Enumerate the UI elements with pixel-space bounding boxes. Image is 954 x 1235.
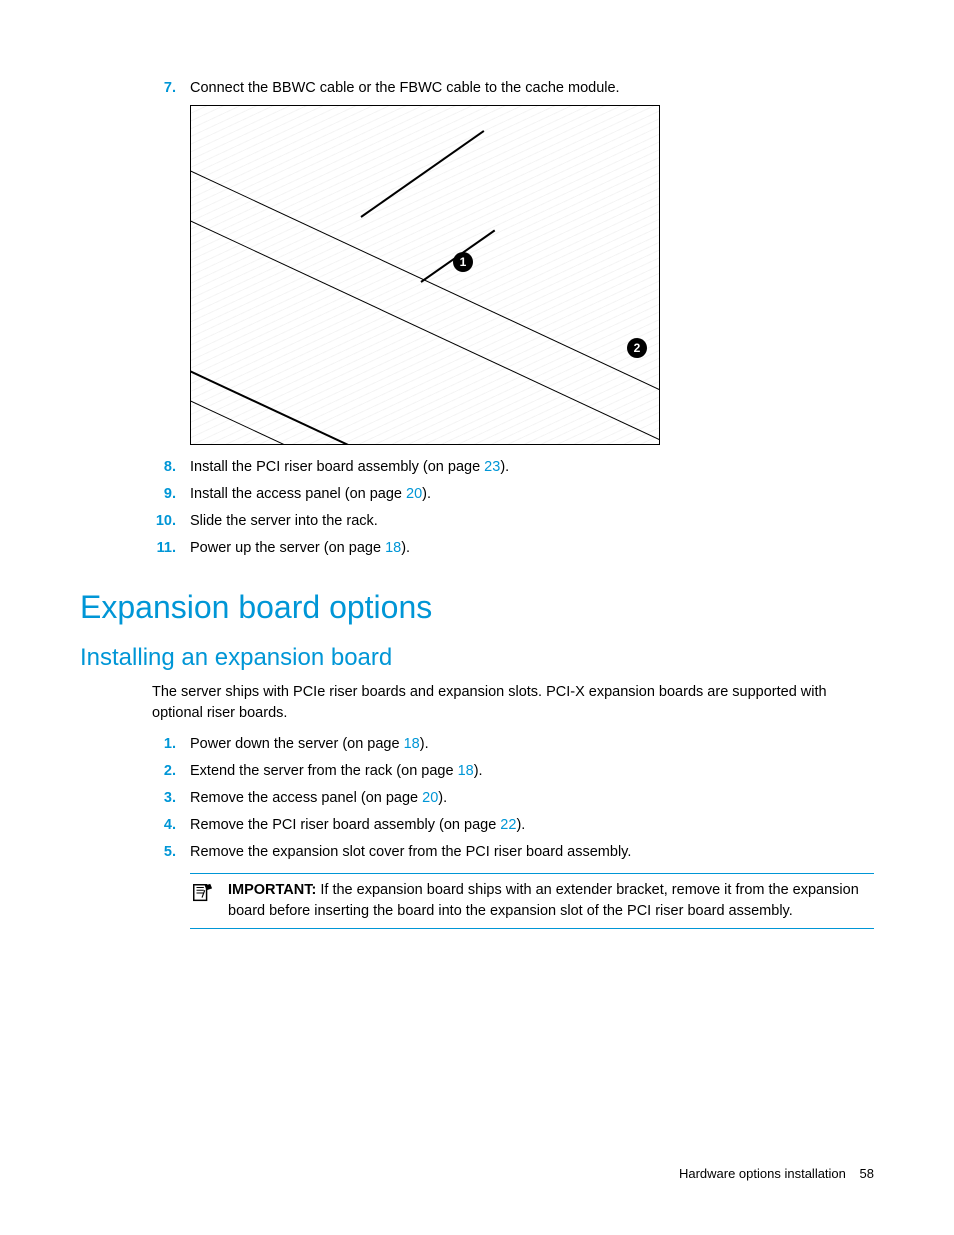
step-number: 5. — [152, 842, 176, 863]
step-text: Install the PCI riser board assembly (on… — [190, 459, 509, 475]
step-text: Remove the expansion slot cover from the… — [190, 844, 631, 860]
step-text: Power up the server (on page 18). — [190, 540, 410, 556]
step-text: Connect the BBWC cable or the FBWC cable… — [190, 80, 620, 96]
step-number: 1. — [152, 734, 176, 755]
step-text: Remove the PCI riser board assembly (on … — [190, 817, 525, 833]
page-link[interactable]: 22 — [500, 817, 516, 833]
step-number: 2. — [152, 761, 176, 782]
step-item: 1. Power down the server (on page 18). — [152, 734, 874, 755]
step-item: 7. Connect the BBWC cable or the FBWC ca… — [152, 78, 874, 99]
page-link[interactable]: 23 — [484, 459, 500, 475]
step-item: 10. Slide the server into the rack. — [152, 511, 874, 532]
step-item: 5. Remove the expansion slot cover from … — [152, 842, 874, 863]
note-text: IMPORTANT: If the expansion board ships … — [228, 880, 874, 922]
steps-list-mid: 8. Install the PCI riser board assembly … — [152, 457, 874, 559]
step-item: 2. Extend the server from the rack (on p… — [152, 761, 874, 782]
page-link[interactable]: 18 — [385, 540, 401, 556]
callout-marker-2: 2 — [627, 338, 647, 358]
step-text: Extend the server from the rack (on page… — [190, 763, 483, 779]
note-label: IMPORTANT: — [228, 882, 316, 898]
subsection-heading: Installing an expansion board — [80, 644, 874, 672]
steps-list-top: 7. Connect the BBWC cable or the FBWC ca… — [152, 78, 874, 99]
callout-marker-1: 1 — [453, 252, 473, 272]
note-body: If the expansion board ships with an ext… — [228, 882, 859, 919]
step-number: 10. — [152, 511, 176, 532]
page-link[interactable]: 18 — [458, 763, 474, 779]
step-text: Slide the server into the rack. — [190, 513, 378, 529]
footer-page-number: 58 — [860, 1166, 874, 1181]
page-link[interactable]: 20 — [422, 790, 438, 806]
step-item: 3. Remove the access panel (on page 20). — [152, 788, 874, 809]
page-link[interactable]: 20 — [406, 486, 422, 502]
step-number: 9. — [152, 484, 176, 505]
section-heading: Expansion board options — [80, 589, 874, 626]
note-icon — [190, 882, 214, 904]
step-number: 4. — [152, 815, 176, 836]
step-number: 7. — [152, 78, 176, 99]
footer-section: Hardware options installation — [679, 1166, 846, 1181]
page-footer: Hardware options installation 58 — [679, 1166, 874, 1181]
step-number: 3. — [152, 788, 176, 809]
step-item: 9. Install the access panel (on page 20)… — [152, 484, 874, 505]
page-link[interactable]: 18 — [404, 736, 420, 752]
step-number: 11. — [152, 538, 176, 559]
intro-paragraph: The server ships with PCIe riser boards … — [152, 682, 874, 724]
step-text: Install the access panel (on page 20). — [190, 486, 431, 502]
step-item: 8. Install the PCI riser board assembly … — [152, 457, 874, 478]
important-note: IMPORTANT: If the expansion board ships … — [190, 873, 874, 929]
step-text: Remove the access panel (on page 20). — [190, 790, 447, 806]
step-item: 4. Remove the PCI riser board assembly (… — [152, 815, 874, 836]
step-text: Power down the server (on page 18). — [190, 736, 429, 752]
step-number: 8. — [152, 457, 176, 478]
technical-illustration: 1 2 — [190, 105, 660, 445]
step-item: 11. Power up the server (on page 18). — [152, 538, 874, 559]
steps-list-bottom: 1. Power down the server (on page 18). 2… — [152, 734, 874, 863]
